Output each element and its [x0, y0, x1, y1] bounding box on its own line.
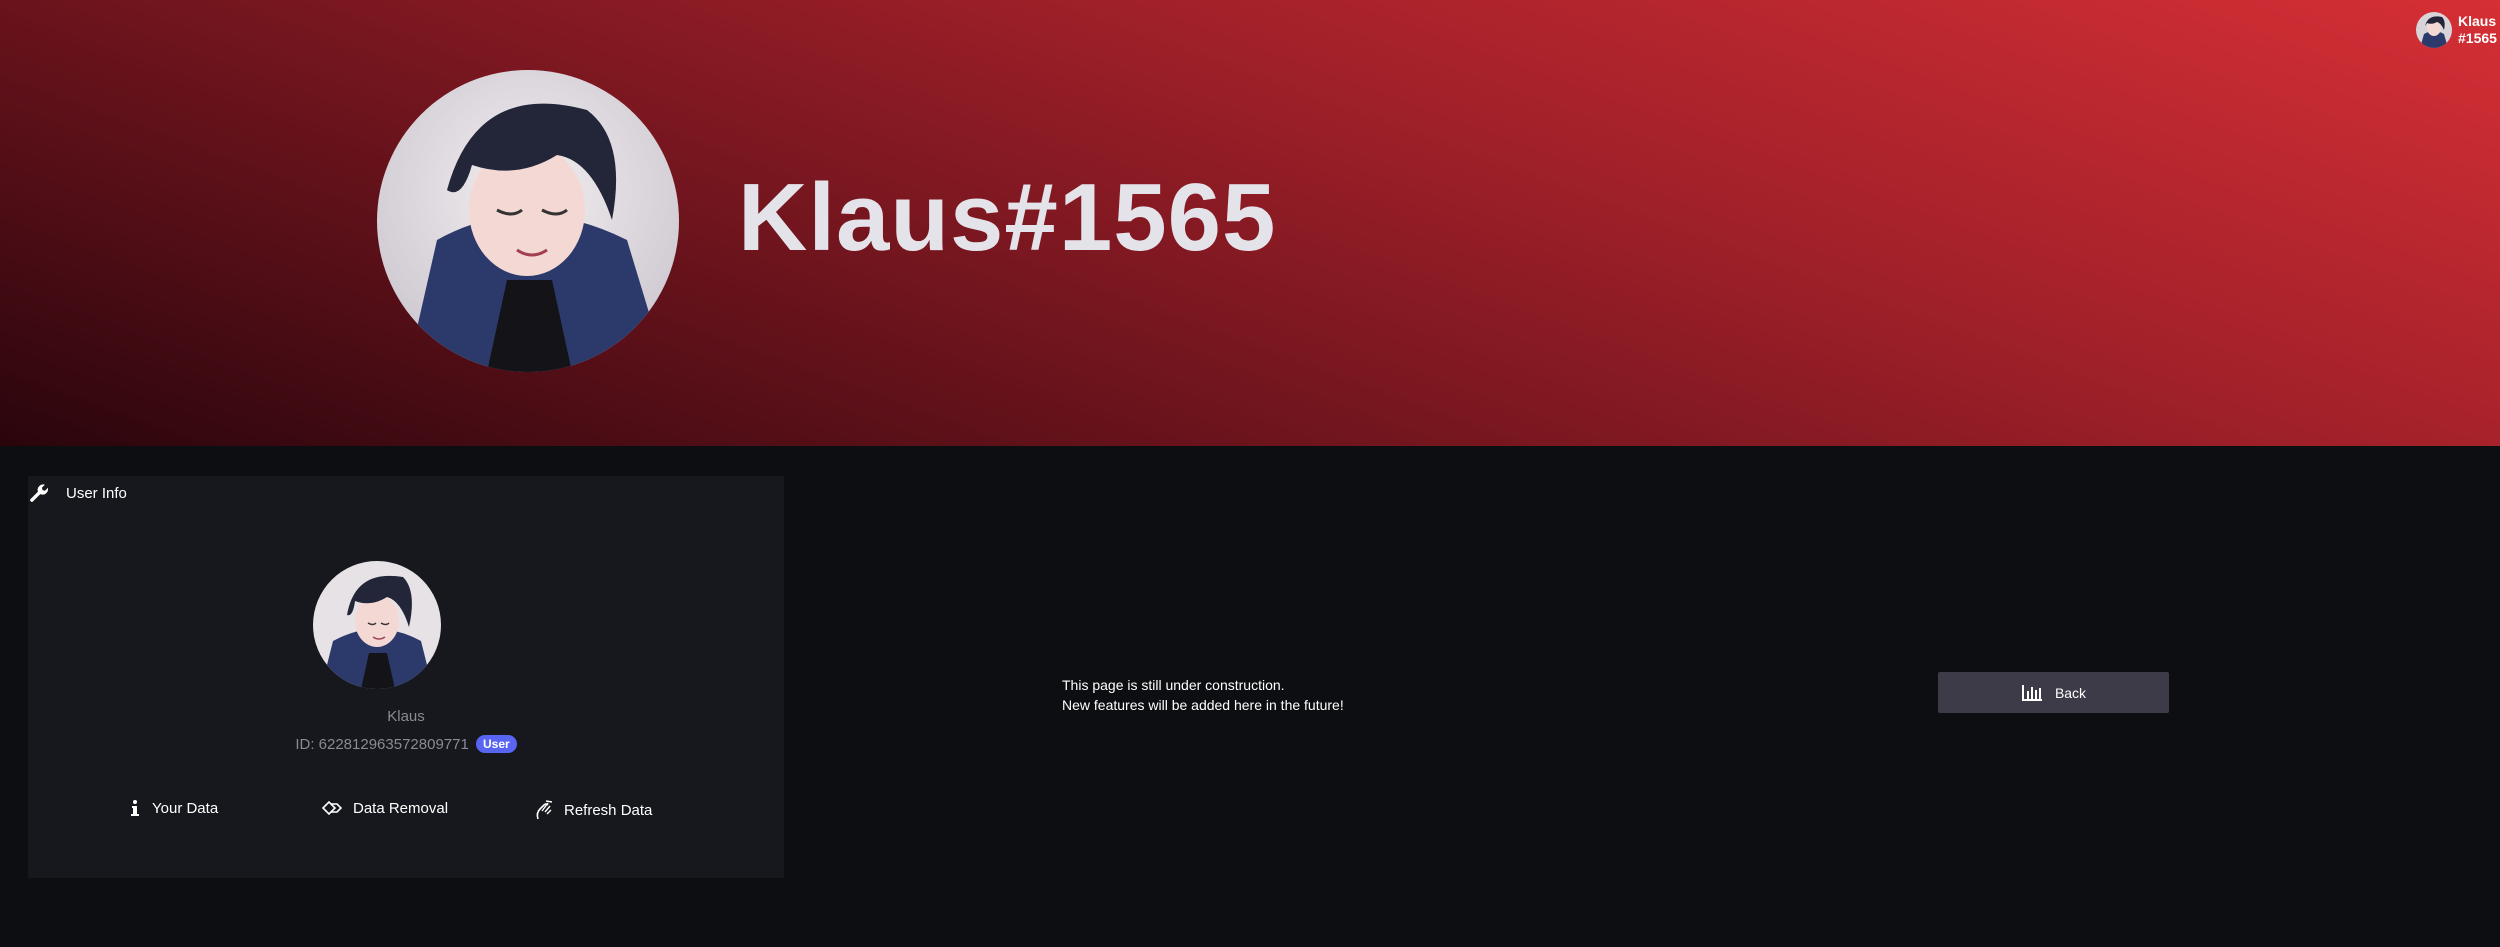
role-badge: User [475, 735, 517, 753]
info-icon [131, 800, 139, 816]
construction-notice: This page is still under construction. N… [1062, 675, 1344, 715]
account-name-line2: #1565 [2458, 30, 2497, 46]
data-removal-label: Data Removal [353, 799, 449, 817]
notice-line-2: New features will be added here in the f… [1062, 697, 1344, 713]
your-data-label: Your Data [152, 799, 219, 817]
user-name: Klaus [387, 708, 425, 725]
data-removal-button[interactable]: Data Removal [321, 799, 448, 817]
account-name: Klaus #1565 [2458, 13, 2500, 47]
user-id: ID: 622812963572809771 [295, 736, 469, 753]
back-label: Back [2054, 684, 2087, 701]
refresh-data-label: Refresh Data [564, 801, 653, 819]
data-removal-icon [321, 800, 343, 816]
account-avatar [2416, 12, 2452, 48]
chart-icon [2021, 684, 2042, 701]
profile-banner: Klaus#1565 [0, 0, 2500, 446]
profile-display-name: Klaus#1565 [738, 164, 1277, 271]
refresh-data-button[interactable]: Refresh Data [532, 799, 652, 821]
panel-title: User Info [66, 484, 127, 502]
back-button[interactable]: Back [1938, 672, 2169, 713]
user-avatar [313, 561, 441, 689]
account-name-line1: Klaus [2458, 13, 2497, 29]
user-actions: Your Data Data Removal Refresh Data [28, 799, 784, 829]
account-menu[interactable]: Klaus #1565 [2416, 10, 2500, 50]
banner-avatar [377, 70, 679, 372]
user-id-row: ID: 622812963572809771 User [28, 735, 784, 753]
panel-header: User Info [28, 476, 784, 510]
user-info-panel: User Info Klaus ID: 622812963572809771 U… [28, 476, 784, 878]
notice-line-1: This page is still under construction. [1062, 677, 1285, 693]
your-data-button[interactable]: Your Data [128, 799, 218, 817]
refresh-icon [536, 800, 553, 820]
wrench-icon [30, 484, 49, 502]
